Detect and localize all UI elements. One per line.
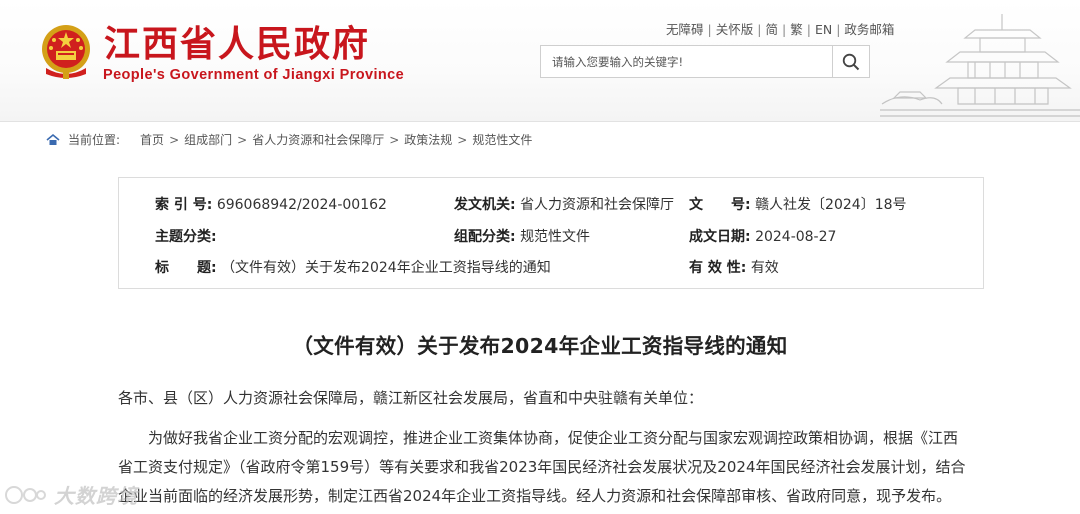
breadcrumb-item-normative-docs[interactable]: 规范性文件 (472, 131, 532, 148)
watermark: 大数跨境 (4, 480, 138, 509)
info-validity-key: 有 效 性: (689, 260, 747, 276)
watermark-text: 大数跨境 (54, 484, 138, 508)
info-doc-no-value: 赣人社发〔2024〕18号 (755, 197, 907, 213)
info-index-no: 索 引 号: 696068942/2024-00162 (155, 194, 387, 214)
info-topic-key: 主题分类: (155, 229, 217, 245)
site-header: 江西省人民政府 People's Government of Jiangxi P… (0, 0, 1080, 122)
breadcrumb-item-home[interactable]: 首页 (140, 131, 164, 148)
info-validity-value: 有效 (750, 260, 779, 276)
info-title-key: 标 题: (155, 260, 217, 276)
top-link-care-mode[interactable]: 关怀版 (716, 22, 754, 37)
national-emblem-icon (42, 25, 90, 79)
info-category-value: 规范性文件 (520, 229, 591, 245)
info-validity: 有 效 性: 有效 (689, 257, 779, 277)
document-title: （文件有效）关于发布2024年企业工资指导线的通知 (292, 334, 788, 358)
breadcrumb: 当前位置: 首页 > 组成部门 > 省人力资源和社会保障厅 > 政策法规 > 规… (46, 131, 532, 148)
info-category-key: 组配分类: (454, 229, 516, 245)
top-link-simplified[interactable]: 简 (765, 22, 778, 37)
breadcrumb-item-departments[interactable]: 组成部门 (184, 131, 232, 148)
home-icon (46, 133, 60, 145)
chevron-right-icon: > (169, 132, 180, 147)
chevron-right-icon: > (237, 132, 248, 147)
info-title-value: （文件有效）关于发布2024年企业工资指导线的通知 (221, 260, 551, 276)
search-box (540, 45, 870, 78)
info-issuer-value: 省人力资源和社会保障厅 (520, 197, 675, 213)
search-input[interactable] (541, 46, 833, 77)
top-link-traditional[interactable]: 繁 (790, 22, 803, 37)
site-subtitle: People's Government of Jiangxi Province (103, 67, 405, 83)
search-icon (842, 53, 860, 70)
breadcrumb-item-policy[interactable]: 政策法规 (404, 131, 452, 148)
info-date-key: 成文日期: (689, 229, 751, 245)
document-paragraph: 为做好我省企业工资分配的宏观调控，推进企业工资集体协商，促使企业工资分配与国家宏… (118, 429, 966, 505)
chevron-right-icon: > (457, 132, 468, 147)
top-links: 无障碍 | 关怀版 | 简 | 繁 | EN | 政务邮箱 (666, 22, 895, 37)
info-issuer: 发文机关: 省人力资源和社会保障厅 (454, 194, 674, 214)
info-topic: 主题分类: (155, 226, 217, 246)
info-issuer-key: 发文机关: (454, 197, 516, 213)
document-salutation: 各市、县（区）人力资源社会保障局，赣江新区社会发展局，省直和中央驻赣有关单位： (118, 389, 704, 407)
chevron-right-icon: > (389, 132, 400, 147)
site-title: 江西省人民政府 (104, 23, 371, 65)
info-index-no-key: 索 引 号: (155, 197, 213, 213)
top-link-accessibility[interactable]: 无障碍 (666, 22, 704, 37)
breadcrumb-label: 当前位置: (68, 133, 121, 147)
info-index-no-value: 696068942/2024-00162 (216, 197, 387, 213)
watermark-logo-icon (5, 485, 46, 504)
info-doc-no: 文 号: 赣人社发〔2024〕18号 (689, 194, 907, 214)
document-info-box: 索 引 号: 696068942/2024-00162 发文机关: 省人力资源和… (118, 177, 984, 289)
info-title: 标 题: （文件有效）关于发布2024年企业工资指导线的通知 (155, 257, 551, 277)
info-category: 组配分类: 规范性文件 (454, 226, 590, 246)
pagoda-illustration (880, 14, 1080, 117)
info-date-value: 2024-08-27 (755, 229, 837, 245)
breadcrumb-item-hrss[interactable]: 省人力资源和社会保障厅 (252, 131, 384, 148)
search-button[interactable] (832, 46, 869, 77)
info-date: 成文日期: 2024-08-27 (689, 226, 836, 246)
top-link-english[interactable]: EN (815, 22, 832, 37)
info-doc-no-key: 文 号: (689, 197, 751, 213)
